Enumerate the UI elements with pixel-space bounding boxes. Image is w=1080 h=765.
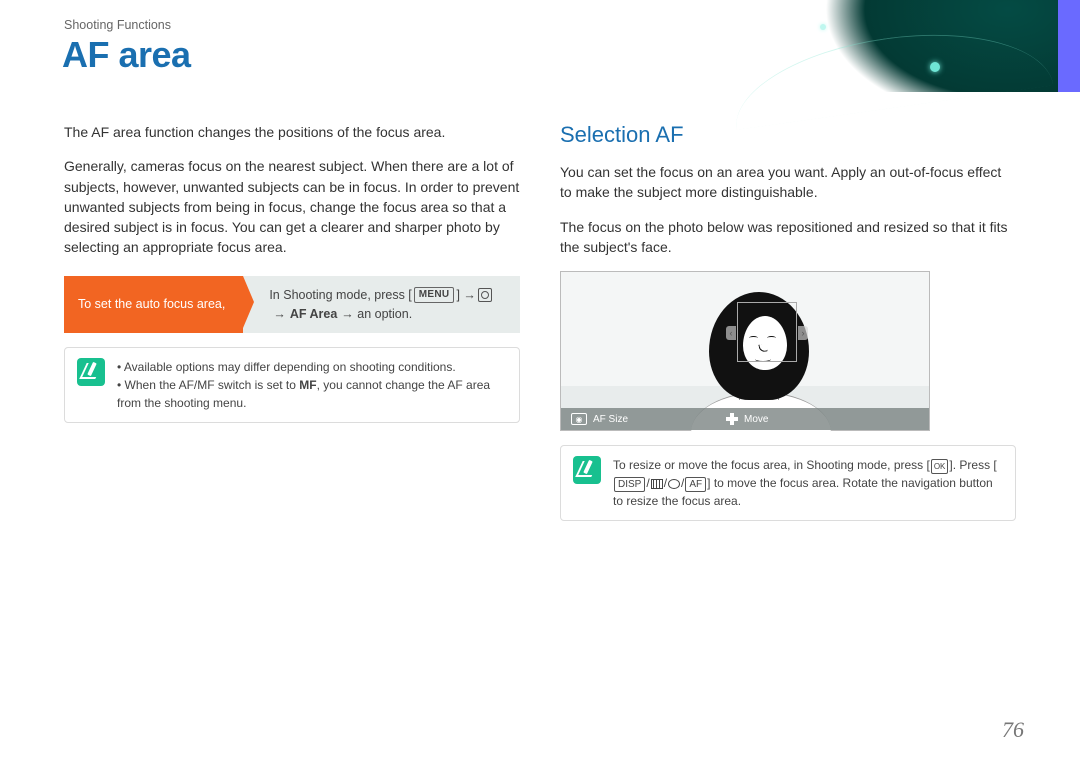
instruction-box: To set the auto focus area, In Shooting … — [64, 276, 520, 334]
note-list: Available options may differ depending o… — [117, 358, 507, 412]
macro-icon — [668, 479, 680, 489]
right-p1: You can set the focus on an area you wan… — [560, 162, 1016, 203]
page-title: AF area — [62, 34, 191, 76]
page-header: Shooting Functions AF area — [0, 0, 1080, 92]
instruction-body: In Shooting mode, press [ MENU ] → → AF … — [243, 276, 520, 334]
photo-footer: ◉ AF Size Move — [561, 408, 929, 430]
focus-left-handle: ‹ — [726, 326, 736, 340]
note-box-left: Available options may differ depending o… — [64, 347, 520, 423]
instruction-flag-text: To set the auto focus area, — [78, 296, 225, 313]
focus-area-box: ‹ › — [737, 302, 797, 362]
camera-icon — [478, 288, 492, 302]
af-button-icon: AF — [685, 477, 706, 492]
pen-icon — [573, 456, 601, 484]
af-size-label: AF Size — [593, 414, 628, 425]
menu-button-icon: MENU — [414, 287, 455, 303]
arrow-icon: → — [273, 305, 286, 324]
ok-button-icon: OK — [931, 459, 949, 474]
sample-photo: ‹ › ◉ AF Size Move — [560, 271, 930, 431]
note-right-text: To resize or move the focus area, in Sho… — [613, 456, 1003, 510]
nr-a: To resize or move the focus area, in Sho… — [613, 458, 930, 472]
note-item-2: When the AF/MF switch is set to MF, you … — [117, 376, 507, 412]
af-size-group: ◉ AF Size — [571, 413, 628, 425]
header-decoration — [680, 0, 1080, 92]
dpad-icon — [726, 413, 738, 425]
move-group: Move — [726, 413, 768, 425]
page-number: 76 — [1002, 717, 1024, 743]
disp-button-icon: DISP — [614, 477, 645, 492]
instruction-flag: To set the auto focus area, — [64, 276, 243, 334]
nr-b: ]. Press [ — [949, 458, 996, 472]
left-column: The AF area function changes the positio… — [64, 122, 520, 521]
right-p2: The focus on the photo below was reposit… — [560, 217, 1016, 258]
move-label: Move — [744, 414, 768, 425]
right-column: Selection AF You can set the focus on an… — [560, 122, 1016, 521]
pen-icon — [77, 358, 105, 386]
grid-icon — [651, 479, 663, 489]
note2a: When the AF/MF switch is set to — [125, 378, 300, 392]
focus-right-handle: › — [798, 326, 808, 340]
body-text: Generally, cameras focus on the nearest … — [64, 156, 520, 257]
note-box-right: To resize or move the focus area, in Sho… — [560, 445, 1016, 521]
section-heading: Selection AF — [560, 122, 1016, 148]
intro-text: The AF area function changes the positio… — [64, 122, 520, 142]
note2b: MF — [299, 378, 316, 392]
header-accent-bar — [1058, 0, 1080, 92]
note-item-1: Available options may differ depending o… — [117, 358, 507, 376]
af-size-icon: ◉ — [571, 413, 587, 425]
instr-post: → an option. — [341, 305, 412, 324]
instr-arrow1: ] → — [456, 286, 475, 305]
af-area-label: AF Area — [290, 305, 337, 324]
instr-pre: In Shooting mode, press [ — [269, 286, 411, 305]
breadcrumb: Shooting Functions — [64, 18, 171, 32]
